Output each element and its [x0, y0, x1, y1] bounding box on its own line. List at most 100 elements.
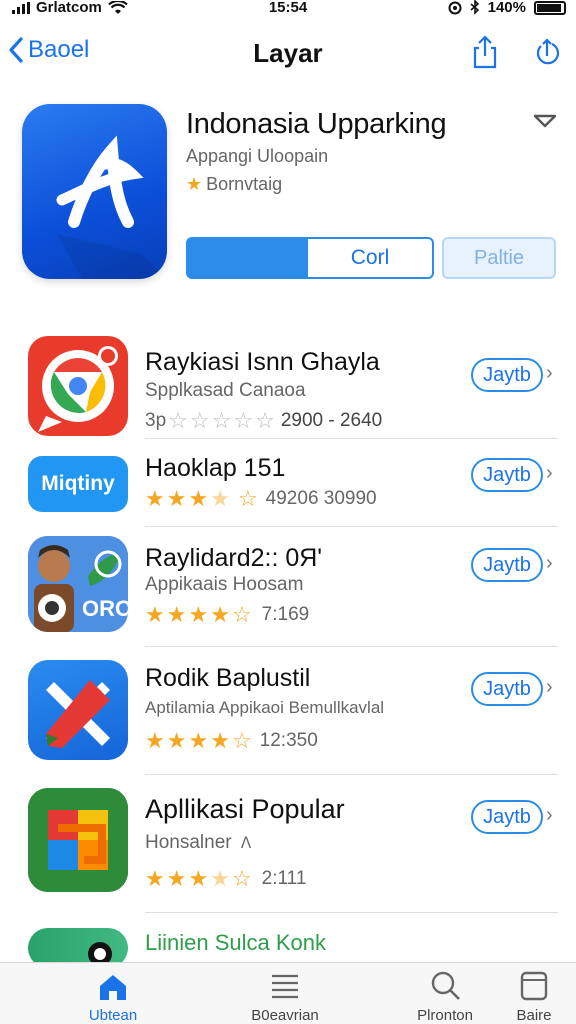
star-empty-icon: ☆ [231, 602, 252, 627]
list-item[interactable]: ORO Raylidard2:: 0Я' Appikaais Hoosam ★ … [0, 536, 576, 640]
status-bar: Grlatcom 15:54 140% [0, 0, 576, 18]
star-icon: ★ [145, 728, 165, 753]
star-icon: ★ [188, 866, 209, 891]
star-icon: ★ [210, 728, 230, 753]
chrome-icon [38, 346, 118, 432]
chevron-right-icon: › [546, 804, 553, 826]
chevron-right-icon: › [546, 362, 553, 384]
tab-label: Baire [516, 1007, 552, 1024]
navigation-bar: Baoel Layar [0, 28, 576, 80]
secondary-button[interactable]: Paltie [442, 237, 556, 279]
star-icon: ★ [186, 174, 203, 194]
tab-bar: Ubtean B0eavrian Plronton Baire [0, 962, 576, 1024]
rating-count: 49206 30990 [265, 488, 377, 509]
star-icon: ☆ [211, 408, 232, 433]
open-button[interactable]: Corl [306, 237, 434, 279]
featured-app: Indonasia Upparking Appangi Uloopain ★ B… [0, 100, 576, 290]
search-icon [431, 971, 460, 1000]
rating-prefix: 3p [145, 410, 167, 431]
app-subtitle: Honsalner ᐱ [145, 832, 251, 854]
divider [145, 774, 558, 775]
star-empty-icon: ☆ [237, 486, 258, 511]
app-logo-icon [56, 135, 167, 279]
list-item[interactable]: Rodik Baplustil Aptilamia Appikaoi Bemul… [0, 660, 576, 764]
star-half-icon: ★ [210, 866, 230, 891]
star-half-icon: ★ [210, 486, 230, 511]
app-icon [28, 788, 128, 892]
app-name: Haoklap 151 [145, 454, 286, 482]
app-subtitle: Appikaais Hoosam [145, 574, 304, 595]
app-rating: ★ ★ ★ ★ ☆ 12:350 [145, 730, 318, 752]
app-rating: ★ ★ ★ ★ ☆ 2:111 [145, 868, 306, 890]
star-icon: ☆ [233, 408, 254, 433]
rating-count: 2900 - 2640 [280, 410, 383, 431]
get-button[interactable]: Jaytb [471, 800, 543, 834]
status-right: 140% [448, 0, 566, 16]
app-name: Raykiasi Isnn Ghayla [145, 348, 380, 376]
rating-count: 2:111 [261, 868, 307, 889]
app-subtitle: Aptilamia Appikaoi Bemullkavlal [145, 698, 385, 717]
star-icon: ☆ [189, 408, 210, 433]
tab-home[interactable]: Ubtean [58, 969, 168, 1024]
box-icon [520, 971, 548, 1001]
refresh-icon [536, 38, 560, 65]
app-rating: ★ ★ ★ ★ ☆ 49206 30990 [145, 488, 377, 510]
progress-button[interactable] [186, 237, 306, 279]
featured-app-icon[interactable] [22, 104, 167, 279]
divider [145, 912, 558, 913]
battery-icon [534, 0, 566, 15]
app-subtitle-text: Honsalner [145, 832, 232, 853]
featured-rating-text: Bornvtaig [206, 174, 283, 194]
divider [145, 646, 558, 647]
app-name: Raylidard2:: 0Я' [145, 544, 323, 572]
star-icon: ★ [145, 866, 165, 891]
tab-categories[interactable]: B0eavrian [230, 969, 340, 1024]
list-item[interactable]: Miqtiny Haoklap 151 ★ ★ ★ ★ ☆ 49206 3099… [0, 448, 576, 528]
app-name: Rodik Baplustil [145, 664, 311, 692]
star-icon: ★ [166, 486, 187, 511]
chevron-right-icon: › [546, 552, 553, 574]
rating-count: 7:169 [261, 604, 310, 625]
star-icon: ★ [188, 728, 209, 753]
app-rating: ★ ★ ★ ★ ☆ 7:169 [145, 604, 309, 626]
cross-tool-icon [46, 680, 110, 748]
featured-app-subtitle: Appangi Uloopain [186, 146, 329, 166]
star-icon: ☆ [255, 408, 275, 433]
get-button[interactable]: Jaytb [471, 458, 543, 492]
list-icon [272, 974, 298, 999]
star-empty-icon: ☆ [231, 866, 252, 891]
nav-actions [470, 34, 562, 70]
divider [145, 438, 558, 439]
app-name: Apllikasi Popular [145, 794, 345, 824]
chrome-app-icon [28, 336, 128, 436]
featured-app-rating: ★ Bornvtaig [186, 174, 282, 195]
collapse-chevron-icon[interactable] [532, 112, 558, 130]
star-icon: ★ [188, 602, 209, 627]
popular-app-icon [28, 788, 128, 892]
star-icon: ★ [145, 602, 165, 627]
home-icon [100, 975, 126, 1000]
battery-percent: 140% [487, 0, 526, 16]
get-button[interactable]: Jaytb [471, 358, 543, 392]
location-icon [448, 1, 462, 14]
star-icon: ☆ [168, 408, 188, 433]
chevron-right-icon: › [546, 676, 553, 698]
share-icon [473, 35, 497, 69]
star-icon: ★ [166, 866, 187, 891]
get-button[interactable]: Jaytb [471, 672, 543, 706]
star-icon: ★ [166, 602, 187, 627]
update-button[interactable] [532, 34, 562, 70]
list-item[interactable]: Apllikasi Popular Honsalner ᐱ ★ ★ ★ ★ ☆ … [0, 788, 576, 898]
list-item[interactable]: Raykiasi Isnn Ghayla Spplkasad Canaoa 3p… [0, 336, 576, 440]
tab-updates[interactable]: Baire [479, 969, 576, 1024]
featured-actions: Corl Paltie [186, 237, 556, 279]
rating-count: 12:350 [259, 730, 318, 751]
share-button[interactable] [470, 34, 500, 70]
chevron-right-icon: › [546, 462, 553, 484]
list-item[interactable]: Liinien Sulca Konk [0, 928, 576, 968]
star-empty-icon: ☆ [231, 728, 252, 753]
star-icon: ★ [210, 602, 230, 627]
tab-label: B0eavrian [251, 1007, 319, 1024]
get-button[interactable]: Jaytb [471, 548, 543, 582]
star-icon: ★ [188, 486, 209, 511]
